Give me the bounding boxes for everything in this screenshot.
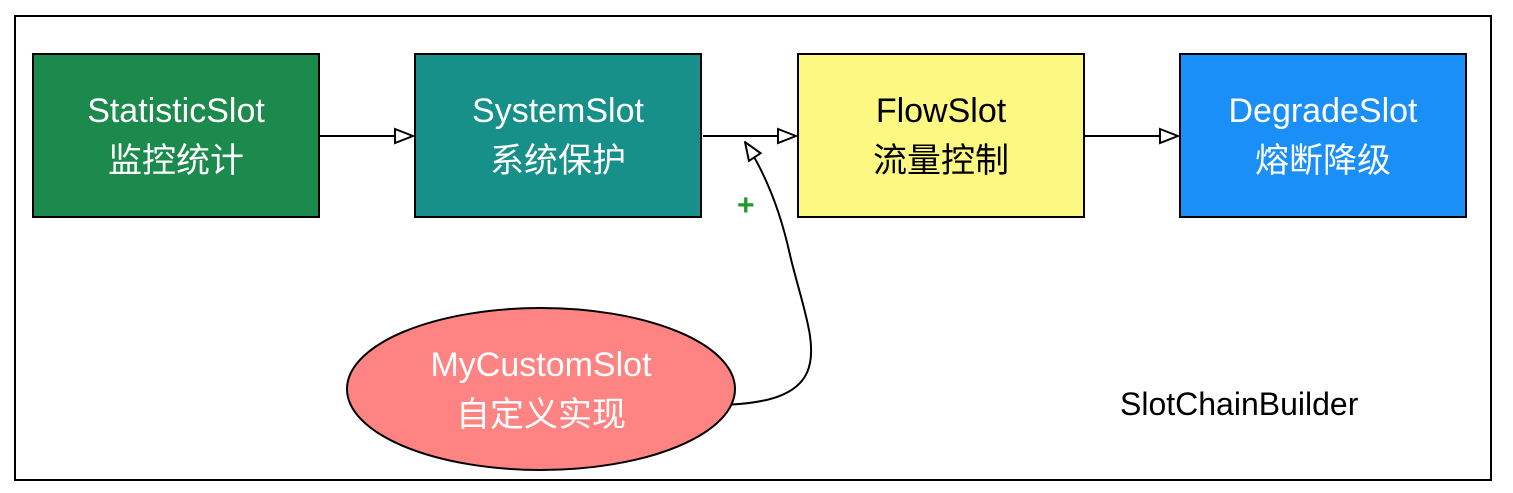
slot-name: FlowSlot [875,91,1007,130]
slot-name: StatisticSlot [87,91,265,130]
flow-slot-box: FlowSlot 流量控制 [797,53,1085,218]
custom-slot-label: MyCustomSlot 自定义实现 [347,308,735,471]
insert-plus-marker: + [737,189,755,222]
slot-chain-builder-label: SlotChainBuilder [1120,386,1359,422]
degrade-slot-box: DegradeSlot 熔断降级 [1179,53,1467,218]
custom-slot-name: MyCustomSlot [430,345,652,384]
slot-description: 熔断降级 [1255,141,1391,180]
custom-slot-description: 自定义实现 [456,395,626,434]
slot-description: 监控统计 [108,141,244,180]
slot-description: 系统保护 [490,141,626,180]
slot-name: DegradeSlot [1228,91,1418,130]
slot-description: 流量控制 [873,141,1009,180]
system-slot-box: SystemSlot 系统保护 [414,53,702,218]
statistic-slot-box: StatisticSlot 监控统计 [32,53,320,218]
slot-name: SystemSlot [472,91,644,130]
